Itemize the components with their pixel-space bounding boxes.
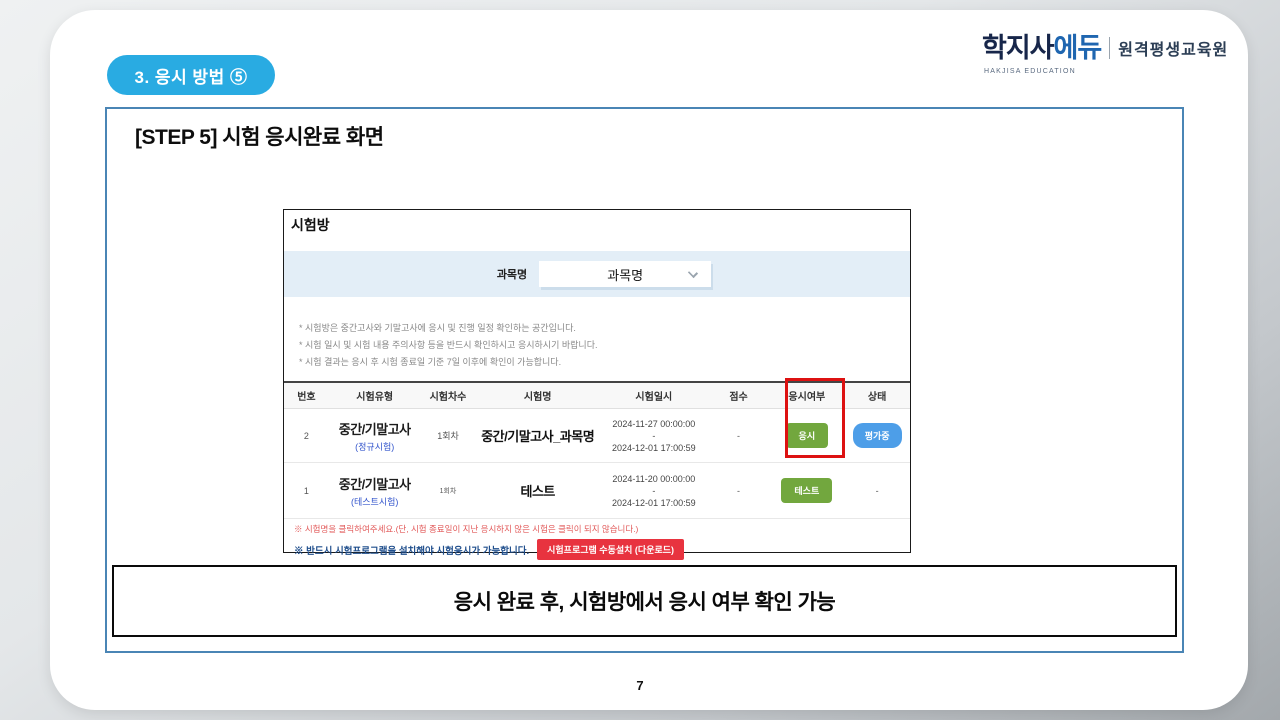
row-exam-type: 중간/기말고사 (정규시험) xyxy=(329,419,421,453)
exam-date-separator: - xyxy=(600,485,708,497)
row-exam-round: 1회차 xyxy=(421,429,476,442)
header-no: 번호 xyxy=(284,388,329,403)
program-install-note-line: ※ 반드시 시험프로그램을 설치해야 시험응시가 가능합니다. 시험프로그램 수… xyxy=(294,539,904,560)
header-exam-name: 시험명 xyxy=(475,388,600,403)
exam-room-notices: * 시험방은 중간고사와 기말고사에 응시 및 진행 일정 확인하는 공간입니다… xyxy=(299,320,597,371)
section-badge: 3. 응시 방법 ⑤ xyxy=(107,55,275,95)
exam-type-sub: (테스트시험) xyxy=(329,495,421,508)
page-number: 7 xyxy=(0,678,1280,693)
caption-box: 응시 완료 후, 시험방에서 응시 여부 확인 가능 xyxy=(112,565,1177,637)
exam-date-end: 2024-12-01 17:00:59 xyxy=(600,442,708,454)
notice-line: * 시험방은 중간고사와 기말고사에 응시 및 진행 일정 확인하는 공간입니다… xyxy=(299,320,597,337)
hakjisa-logo: 학지사에듀 HAKJISA EDUCATION 원격평생교육원 xyxy=(982,26,1228,75)
step-title: [STEP 5] 시험 응시완료 화면 xyxy=(135,121,384,151)
exam-type-sub: (정규시험) xyxy=(329,440,421,453)
notice-line: * 시험 결과는 응시 후 시험 종료일 기준 7일 이후에 확인이 가능합니다… xyxy=(299,354,597,371)
exam-date-start: 2024-11-27 00:00:00 xyxy=(600,418,708,430)
row-take-status: 테스트 xyxy=(769,478,844,503)
program-manual-install-button[interactable]: 시험프로그램 수동설치 (다운로드) xyxy=(537,539,684,560)
header-score: 점수 xyxy=(708,388,770,403)
caption-text: 응시 완료 후, 시험방에서 응시 여부 확인 가능 xyxy=(454,586,835,616)
header-status: 상태 xyxy=(844,388,910,403)
red-highlight-box xyxy=(785,378,845,458)
subject-dropdown[interactable]: 과목명 xyxy=(539,261,711,287)
table-row: 1 중간/기말고사 (테스트시험) 1회차 테스트 2024-11-20 00:… xyxy=(284,463,910,519)
row-exam-type: 중간/기말고사 (테스트시험) xyxy=(329,474,421,508)
grading-status-button[interactable]: 평가중 xyxy=(853,423,902,448)
exam-date-separator: - xyxy=(600,430,708,442)
notice-line: * 시험 일시 및 시험 내용 주의사항 등을 반드시 확인하시고 응시하시기 … xyxy=(299,337,597,354)
row-no: 1 xyxy=(284,486,329,496)
chevron-down-icon xyxy=(688,268,698,278)
row-score: - xyxy=(708,486,770,496)
logo-org-name: 원격평생교육원 xyxy=(1118,36,1228,66)
exam-type-main: 중간/기말고사 xyxy=(329,474,421,493)
header-exam-round: 시험차수 xyxy=(421,388,476,403)
row-exam-date: 2024-11-20 00:00:00 - 2024-12-01 17:00:5… xyxy=(600,473,708,509)
row-exam-round: 1회차 xyxy=(421,486,476,496)
logo-subtext: HAKJISA EDUCATION xyxy=(984,68,1076,75)
slide: 학지사에듀 HAKJISA EDUCATION 원격평생교육원 3. 응시 방법… xyxy=(0,0,1280,720)
row-status: 평가중 xyxy=(844,423,910,448)
logo-brand-main: 학지사 xyxy=(982,33,1054,63)
header-exam-date: 시험일시 xyxy=(600,388,708,403)
program-install-note: ※ 반드시 시험프로그램을 설치해야 시험응시가 가능합니다. xyxy=(294,543,529,557)
click-exam-name-note: ※ 시험명을 클릭하여주세요.(단, 시험 종료일이 지난 응시하지 않은 시험… xyxy=(294,522,904,536)
row-exam-date: 2024-11-27 00:00:00 - 2024-12-01 17:00:5… xyxy=(600,418,708,454)
logo-brand-accent: 에듀 xyxy=(1054,33,1102,63)
logo-wordmark: 학지사에듀 HAKJISA EDUCATION xyxy=(982,26,1101,75)
row-no: 2 xyxy=(284,431,329,441)
subject-dropdown-value: 과목명 xyxy=(607,265,643,284)
row-score: - xyxy=(708,431,770,441)
row-status: - xyxy=(844,486,910,496)
exam-room-footer-notes: ※ 시험명을 클릭하여주세요.(단, 시험 종료일이 지난 응시하지 않은 시험… xyxy=(294,522,904,560)
test-exam-button[interactable]: 테스트 xyxy=(781,478,832,503)
exam-date-start: 2024-11-20 00:00:00 xyxy=(600,473,708,485)
exam-type-main: 중간/기말고사 xyxy=(329,419,421,438)
logo-korean-text: 학지사에듀 xyxy=(982,26,1101,65)
row-exam-name-link[interactable]: 테스트 xyxy=(475,481,600,500)
logo-divider xyxy=(1109,37,1110,59)
exam-room-title: 시험방 xyxy=(291,215,330,235)
exam-date-end: 2024-12-01 17:00:59 xyxy=(600,497,708,509)
subject-filter-bar: 과목명 과목명 xyxy=(284,251,910,297)
subject-filter-label: 과목명 xyxy=(497,266,527,282)
header-exam-type: 시험유형 xyxy=(329,388,421,403)
row-exam-name-link[interactable]: 중간/기말고사_과목명 xyxy=(475,426,600,445)
